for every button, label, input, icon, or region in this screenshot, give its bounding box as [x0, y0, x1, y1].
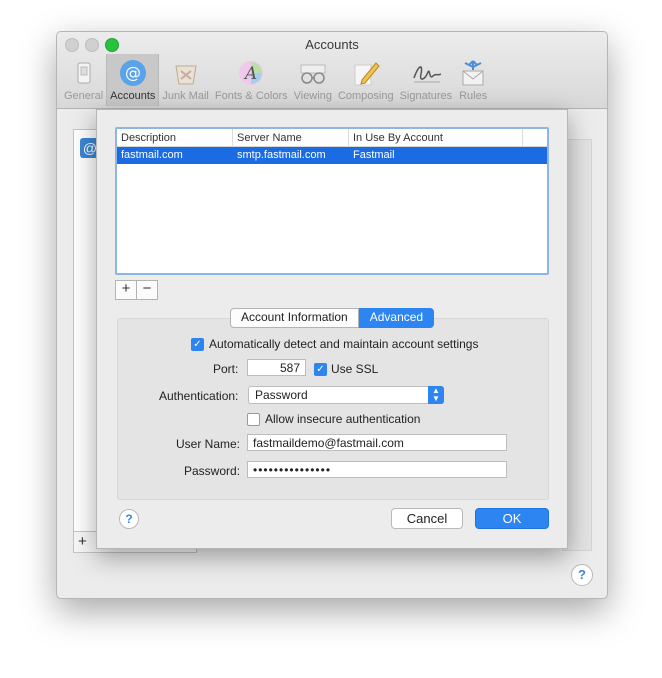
- add-account-button[interactable]: +: [78, 533, 87, 550]
- toolbar-label: Viewing: [293, 90, 332, 102]
- svg-text:@: @: [125, 63, 141, 82]
- auto-detect-row: ✓ Automatically detect and maintain accou…: [191, 337, 479, 352]
- toolbar-label: Junk Mail: [162, 90, 209, 102]
- remove-server-button[interactable]: −: [137, 280, 158, 300]
- help-button[interactable]: ?: [119, 509, 139, 529]
- table-header: Description Server Name In Use By Accoun…: [117, 129, 547, 147]
- up-down-chevron-icon: ▲ ▼: [428, 386, 444, 404]
- user-name-field[interactable]: fastmaildemo@fastmail.com: [247, 434, 507, 451]
- toolbar-item-general[interactable]: General: [61, 54, 106, 106]
- tab-advanced[interactable]: Advanced: [358, 308, 435, 328]
- window-help-button[interactable]: ?: [571, 564, 593, 586]
- auto-detect-label: Automatically detect and maintain accoun…: [209, 337, 479, 351]
- toolbar-label: Composing: [337, 90, 394, 102]
- cell-in-use-by-account: Fastmail: [353, 149, 395, 161]
- general-switch-icon: [69, 58, 99, 88]
- cell-server-name: smtp.fastmail.com: [237, 149, 326, 161]
- toolbar-item-rules[interactable]: Rules: [455, 54, 491, 106]
- preferences-toolbar: General @ Accounts Junk Mail A Fonts & C…: [61, 54, 491, 106]
- at-sign-icon: @: [118, 58, 148, 88]
- rules-envelope-icon: [458, 58, 488, 88]
- glasses-icon: [298, 58, 328, 88]
- toolbar-item-accounts[interactable]: @ Accounts: [106, 54, 160, 106]
- use-ssl-checkbox[interactable]: ✓: [314, 363, 327, 377]
- column-header-in-use-by-account[interactable]: In Use By Account: [349, 129, 523, 146]
- authentication-popup[interactable]: Password ▲ ▼: [248, 386, 444, 404]
- toolbar-label: Accounts: [110, 90, 156, 102]
- column-header-description[interactable]: Description: [117, 129, 233, 146]
- password-field[interactable]: •••••••••••••••: [247, 461, 507, 478]
- toolbar-item-junk-mail[interactable]: Junk Mail: [159, 54, 211, 106]
- column-header-server-name[interactable]: Server Name: [233, 129, 349, 146]
- use-ssl-label: Use SSL: [331, 362, 379, 376]
- insecure-auth-checkbox[interactable]: [247, 413, 260, 427]
- toolbar-item-composing[interactable]: Composing: [335, 54, 397, 106]
- add-server-button[interactable]: +: [115, 280, 137, 300]
- smtp-server-table: Description Server Name In Use By Accoun…: [115, 127, 549, 275]
- authentication-value: Password: [255, 388, 308, 402]
- toolbar-label: Fonts & Colors: [214, 90, 288, 102]
- user-name-label: User Name:: [176, 437, 241, 451]
- toolbar-label: Rules: [459, 90, 488, 102]
- ok-button[interactable]: OK: [475, 508, 549, 529]
- toolbar-item-signatures[interactable]: Signatures: [397, 54, 456, 106]
- cancel-button[interactable]: Cancel: [391, 508, 463, 529]
- port-field[interactable]: 587: [247, 359, 306, 376]
- toolbar-label: General: [64, 90, 104, 102]
- tab-account-information[interactable]: Account Information: [230, 308, 359, 328]
- cell-description: fastmail.com: [121, 149, 183, 161]
- port-label: Port:: [213, 362, 239, 376]
- toolbar-item-fonts-colors[interactable]: A Fonts & Colors: [212, 54, 291, 106]
- use-ssl-row: ✓ Use SSL: [314, 362, 379, 377]
- authentication-label: Authentication:: [159, 389, 239, 403]
- pencil-icon: [351, 58, 381, 88]
- title-bar: Accounts General @ Accounts Junk Mail A …: [57, 32, 607, 109]
- insecure-auth-row: Allow insecure authentication: [247, 412, 421, 427]
- table-row[interactable]: fastmail.com smtp.fastmail.com Fastmail: [117, 147, 547, 164]
- toolbar-label: Signatures: [399, 90, 453, 102]
- smtp-server-sheet: Description Server Name In Use By Accoun…: [96, 109, 568, 549]
- signature-icon: [411, 58, 441, 88]
- password-label: Password:: [184, 464, 241, 478]
- server-list-controls: + −: [115, 280, 158, 300]
- junk-mail-icon: [171, 58, 201, 88]
- svg-text:A: A: [243, 64, 257, 84]
- insecure-auth-label: Allow insecure authentication: [265, 412, 421, 426]
- tab-bar: Account Information Advanced: [230, 308, 435, 328]
- auto-detect-checkbox[interactable]: ✓: [191, 338, 204, 352]
- fonts-colors-icon: A: [236, 58, 266, 88]
- window-title: Accounts: [305, 37, 359, 52]
- toolbar-item-viewing[interactable]: Viewing: [291, 54, 335, 106]
